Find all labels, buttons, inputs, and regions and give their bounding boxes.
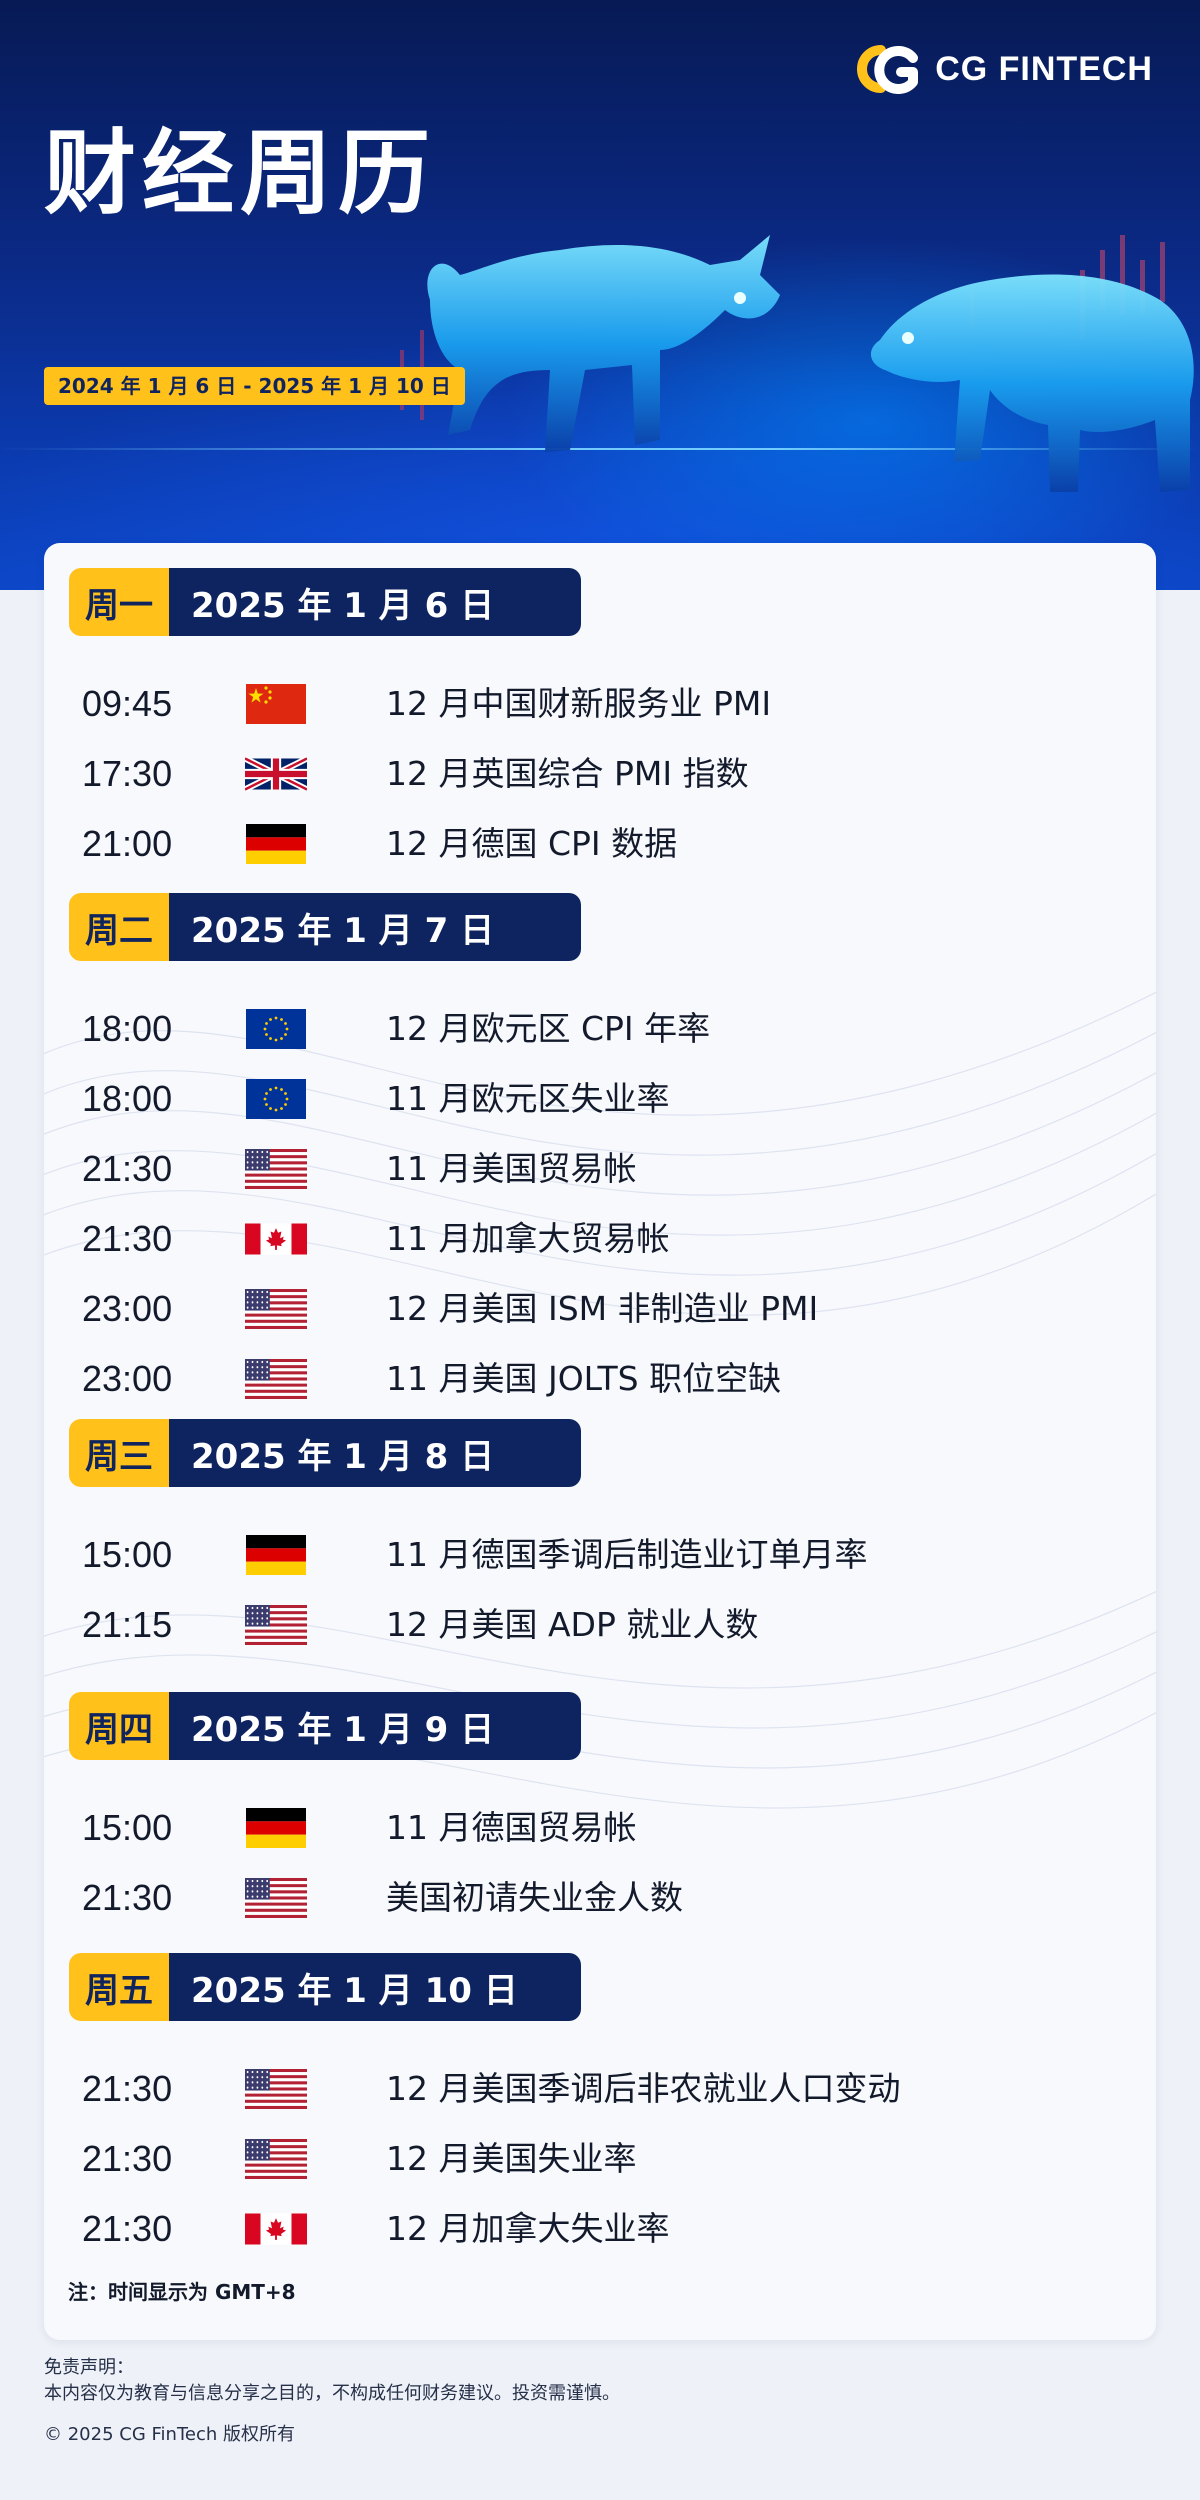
event-title: 12 月英国综合 PMI 指数 <box>386 754 749 793</box>
weekday-badge: 周五 <box>69 1953 169 2021</box>
event-time: 23:00 <box>82 1358 173 1399</box>
page-title: 财经周历 <box>44 120 437 227</box>
uk-flag-icon <box>245 754 307 794</box>
usa-flag-icon <box>245 1359 307 1399</box>
event-title: 12 月美国 ADP 就业人数 <box>386 1605 759 1644</box>
event-row: 23:00 12 月美国 ISM 非制造业 PMI <box>44 1279 1156 1339</box>
weekday-badge: 周一 <box>69 568 169 636</box>
timezone-note: 注：时间显示为 GMT+8 <box>68 2280 296 2304</box>
day-date-label: 2025 年 1 月 8 日 <box>169 1419 581 1487</box>
event-time: 18:00 <box>82 1008 173 1049</box>
logo-wordmark: CG FINTECH <box>935 49 1153 88</box>
event-title: 美国初请失业金人数 <box>386 1878 683 1917</box>
event-title: 11 月德国季调后制造业订单月率 <box>386 1535 868 1574</box>
event-title: 12 月欧元区 CPI 年率 <box>386 1009 711 1048</box>
bull-bear-illustration <box>400 235 1194 492</box>
germany-flag-icon <box>245 1808 307 1848</box>
day-header: 周二 2025 年 1 月 7 日 <box>69 893 581 961</box>
event-title: 12 月德国 CPI 数据 <box>386 824 678 863</box>
event-time: 09:45 <box>82 683 173 724</box>
event-row: 15:00 11 月德国季调后制造业订单月率 <box>44 1525 1156 1585</box>
day-date-label: 2025 年 1 月 10 日 <box>169 1953 581 2021</box>
event-row: 15:00 11 月德国贸易帐 <box>44 1798 1156 1858</box>
event-title: 11 月美国贸易帐 <box>386 1149 637 1188</box>
day-date-label: 2025 年 1 月 6 日 <box>169 568 581 636</box>
event-title: 12 月中国财新服务业 PMI <box>386 684 772 723</box>
event-time: 21:30 <box>82 2138 173 2179</box>
event-row: 21:30 美国初请失业金人数 <box>44 1868 1156 1928</box>
day-header: 周一 2025 年 1 月 6 日 <box>69 568 581 636</box>
canada-flag-icon <box>245 1219 307 1259</box>
event-title: 11 月欧元区失业率 <box>386 1079 670 1118</box>
event-title: 12 月加拿大失业率 <box>386 2209 670 2248</box>
event-time: 21:30 <box>82 1218 173 1259</box>
eu-flag-icon <box>245 1009 307 1049</box>
event-title: 12 月美国失业率 <box>386 2139 637 2178</box>
day-header: 周四 2025 年 1 月 9 日 <box>69 1692 581 1760</box>
event-row: 21:30 11 月加拿大贸易帐 <box>44 1209 1156 1269</box>
bull-eye-glow <box>734 292 746 304</box>
event-row: 21:30 12 月美国失业率 <box>44 2129 1156 2189</box>
hero-banner: CG FINTECH 财经周历 2024 年 1 月 6 日 - 2025 年 … <box>0 0 1200 590</box>
event-title: 11 月美国 JOLTS 职位空缺 <box>386 1359 782 1398</box>
event-time: 21:30 <box>82 2068 173 2109</box>
event-time: 15:00 <box>82 1807 173 1848</box>
day-date-label: 2025 年 1 月 9 日 <box>169 1692 581 1760</box>
cg-fintech-logo: CG FINTECH <box>851 44 1153 94</box>
usa-flag-icon <box>245 1289 307 1329</box>
day-header: 周三 2025 年 1 月 8 日 <box>69 1419 581 1487</box>
usa-flag-icon <box>245 1878 307 1918</box>
copyright-text: © 2025 CG FinTech 版权所有 <box>44 2424 295 2445</box>
event-title: 11 月德国贸易帐 <box>386 1808 637 1847</box>
canada-flag-icon <box>245 2209 307 2249</box>
event-title: 12 月美国季调后非农就业人口变动 <box>386 2069 901 2108</box>
eu-flag-icon <box>245 1079 307 1119</box>
event-row: 18:00 12 月欧元区 CPI 年率 <box>44 999 1156 1059</box>
event-row: 21:30 12 月加拿大失业率 <box>44 2199 1156 2259</box>
event-time: 21:30 <box>82 2208 173 2249</box>
germany-flag-icon <box>245 1535 307 1575</box>
event-time: 21:30 <box>82 1877 173 1918</box>
event-time: 21:30 <box>82 1148 173 1189</box>
event-title: 12 月美国 ISM 非制造业 PMI <box>386 1289 819 1328</box>
bear-figure <box>870 274 1194 492</box>
event-time: 23:00 <box>82 1288 173 1329</box>
day-date-label: 2025 年 1 月 7 日 <box>169 893 581 961</box>
event-row: 23:00 11 月美国 JOLTS 职位空缺 <box>44 1349 1156 1409</box>
usa-flag-icon <box>245 1605 307 1645</box>
event-time: 18:00 <box>82 1078 173 1119</box>
usa-flag-icon <box>245 1149 307 1189</box>
disclaimer-text: 本内容仅为教育与信息分享之目的，不构成任何财务建议。投资需谨慎。 <box>44 2383 620 2404</box>
weekday-badge: 周四 <box>69 1692 169 1760</box>
event-row: 21:30 11 月美国贸易帐 <box>44 1139 1156 1199</box>
usa-flag-icon <box>245 2069 307 2109</box>
event-title: 11 月加拿大贸易帐 <box>386 1219 670 1258</box>
event-time: 17:30 <box>82 753 173 794</box>
day-header: 周五 2025 年 1 月 10 日 <box>69 1953 581 2021</box>
weekly-economic-calendar: CG FINTECH 财经周历 2024 年 1 月 6 日 - 2025 年 … <box>0 0 1200 2500</box>
calendar-card: 周一 2025 年 1 月 6 日 09:45 12 月中国财新服务业 PMI 17:3… <box>44 543 1156 2340</box>
date-range-badge: 2024 年 1 月 6 日 - 2025 年 1 月 10 日 <box>44 367 465 405</box>
event-row: 21:30 12 月美国季调后非农就业人口变动 <box>44 2059 1156 2119</box>
weekday-badge: 周二 <box>69 893 169 961</box>
event-row: 17:30 12 月英国综合 PMI 指数 <box>44 744 1156 804</box>
bear-eye-glow <box>902 332 914 344</box>
event-time: 21:15 <box>82 1604 173 1645</box>
disclaimer-title: 免责声明： <box>44 2357 134 2378</box>
event-row: 21:00 12 月德国 CPI 数据 <box>44 814 1156 874</box>
bull-figure <box>427 235 780 452</box>
event-row: 09:45 12 月中国财新服务业 PMI <box>44 674 1156 734</box>
event-row: 21:15 12 月美国 ADP 就业人数 <box>44 1595 1156 1655</box>
event-row: 18:00 11 月欧元区失业率 <box>44 1069 1156 1129</box>
weekday-badge: 周三 <box>69 1419 169 1487</box>
disclaimer: 免责声明： 本内容仅为教育与信息分享之目的，不构成任何财务建议。投资需谨慎。 <box>44 2355 620 2407</box>
event-time: 15:00 <box>82 1534 173 1575</box>
usa-flag-icon <box>245 2139 307 2179</box>
china-flag-icon <box>245 684 307 724</box>
cg-logo-icon <box>857 45 919 94</box>
germany-flag-icon <box>245 824 307 864</box>
event-time: 21:00 <box>82 823 173 864</box>
